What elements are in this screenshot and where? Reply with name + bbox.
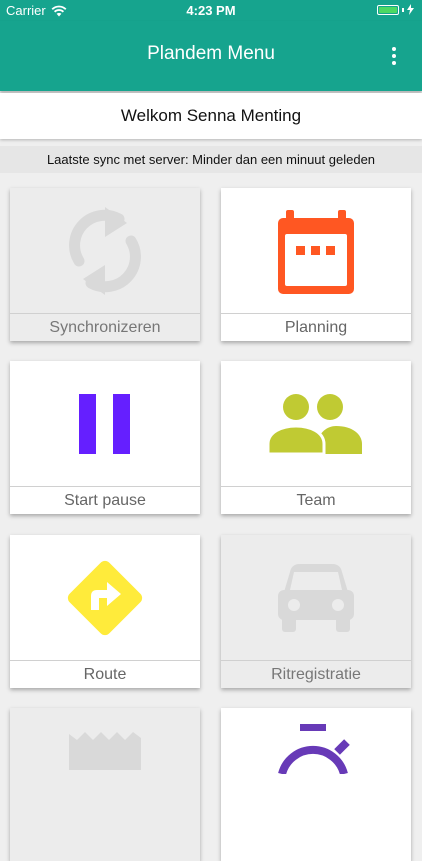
battery-icon: [377, 4, 414, 15]
pause-icon: [79, 393, 130, 454]
tile-label: Route: [10, 660, 200, 688]
clock: 4:23 PM: [186, 3, 236, 18]
tile-label: Team: [221, 486, 411, 514]
app-bar: Plandem Menu: [0, 21, 422, 91]
welcome-banner: Welkom Senna Menting: [0, 93, 422, 139]
receipt-icon: [69, 732, 141, 770]
status-bar: Carrier 4:23 PM: [0, 0, 422, 21]
page-title: Plandem Menu: [147, 43, 275, 64]
charging-bolt-icon: [407, 4, 414, 15]
tile-label: Planning: [221, 313, 411, 341]
tile-ritregistratie[interactable]: Ritregistratie: [221, 535, 411, 688]
sync-status: Laatste sync met server: Minder dan een …: [0, 146, 422, 173]
route-sign-icon: [67, 560, 143, 635]
car-icon: [278, 563, 354, 632]
tile-timer[interactable]: [221, 708, 411, 861]
tile-team[interactable]: Team: [221, 361, 411, 514]
tile-label: Start pause: [10, 486, 200, 514]
tile-receipt[interactable]: [10, 708, 200, 861]
tile-planning[interactable]: Planning: [221, 188, 411, 341]
sync-icon: [69, 206, 141, 295]
tile-label: Synchronizeren: [10, 313, 200, 341]
calendar-icon: [278, 209, 354, 294]
tile-route[interactable]: Route: [10, 535, 200, 688]
tile-label: Ritregistratie: [221, 660, 411, 688]
more-options-icon[interactable]: [384, 45, 404, 67]
tile-start-pause[interactable]: Start pause: [10, 361, 200, 514]
people-icon: [266, 393, 362, 455]
timer-icon: [278, 724, 350, 774]
tile-synchronizeren[interactable]: Synchronizeren: [10, 188, 200, 341]
